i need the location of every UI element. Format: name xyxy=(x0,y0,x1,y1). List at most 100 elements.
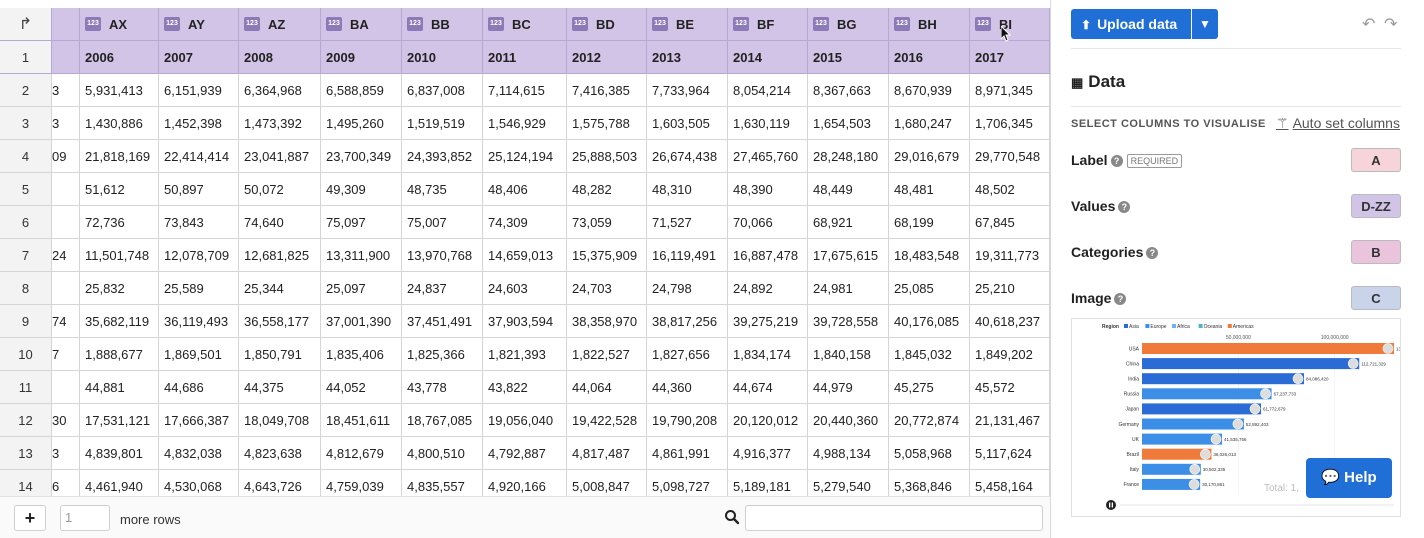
header-cell[interactable]: 2013 xyxy=(647,41,728,74)
table-cell[interactable]: 5,189,181 xyxy=(728,470,808,496)
column-header[interactable]: 123 BG xyxy=(808,8,889,41)
table-cell[interactable]: 4,792,887 xyxy=(483,437,567,470)
table-cell[interactable]: 1,827,656 xyxy=(647,338,728,371)
table-cell[interactable]: 1,630,119 xyxy=(728,107,808,140)
table-cell[interactable]: 09 xyxy=(52,140,80,173)
table-cell[interactable]: 37,001,390 xyxy=(321,305,402,338)
table-cell[interactable]: 44,360 xyxy=(647,371,728,404)
table-cell[interactable] xyxy=(52,41,80,74)
table-cell[interactable]: 17,666,387 xyxy=(159,404,239,437)
table-cell[interactable]: 44,375 xyxy=(239,371,321,404)
table-cell[interactable]: 48,481 xyxy=(889,173,970,206)
table-cell[interactable]: 1,821,393 xyxy=(483,338,567,371)
header-cell[interactable]: 2006 xyxy=(80,41,159,74)
row-number[interactable]: 2 xyxy=(0,74,52,107)
table-cell[interactable]: 75,007 xyxy=(402,206,483,239)
table-cell[interactable]: 22,414,414 xyxy=(159,140,239,173)
table-cell[interactable]: 25,888,503 xyxy=(567,140,647,173)
table-cell[interactable]: 25,832 xyxy=(80,272,159,305)
table-cell[interactable]: 4,861,991 xyxy=(647,437,728,470)
table-cell[interactable]: 44,979 xyxy=(808,371,889,404)
column-header[interactable]: 123 BF xyxy=(728,8,808,41)
row-number[interactable]: 6 xyxy=(0,206,52,239)
table-cell[interactable]: 5,931,413 xyxy=(80,74,159,107)
header-cell[interactable]: 2008 xyxy=(239,41,321,74)
table-cell[interactable]: 43,778 xyxy=(402,371,483,404)
table-cell[interactable]: 24,892 xyxy=(728,272,808,305)
table-cell[interactable] xyxy=(52,173,80,206)
table-cell[interactable]: 40,618,237 xyxy=(970,305,1050,338)
table-cell[interactable]: 23,700,349 xyxy=(321,140,402,173)
help-icon[interactable]: ? xyxy=(1118,201,1131,213)
table-cell[interactable]: 36,558,177 xyxy=(239,305,321,338)
table-cell[interactable]: 4,812,679 xyxy=(321,437,402,470)
upload-options-dropdown[interactable]: ▼ xyxy=(1192,9,1218,39)
table-cell[interactable]: 44,052 xyxy=(321,371,402,404)
row-number[interactable]: 14 xyxy=(0,470,52,496)
rows-count-input[interactable]: 1 xyxy=(60,505,110,531)
table-cell[interactable]: 50,897 xyxy=(159,173,239,206)
table-cell[interactable]: 1,495,260 xyxy=(321,107,402,140)
table-cell[interactable]: 24,393,852 xyxy=(402,140,483,173)
table-cell[interactable]: 25,124,194 xyxy=(483,140,567,173)
table-cell[interactable]: 18,483,548 xyxy=(889,239,970,272)
table-cell[interactable]: 1,452,398 xyxy=(159,107,239,140)
row-number[interactable]: 3 xyxy=(0,107,52,140)
table-cell[interactable]: 7 xyxy=(52,338,80,371)
table-cell[interactable]: 5,279,540 xyxy=(808,470,889,496)
table-cell[interactable]: 19,056,040 xyxy=(483,404,567,437)
table-cell[interactable]: 8,054,214 xyxy=(728,74,808,107)
table-cell[interactable]: 74,309 xyxy=(483,206,567,239)
table-cell[interactable]: 12,681,825 xyxy=(239,239,321,272)
table-cell[interactable]: 73,059 xyxy=(567,206,647,239)
column-selector[interactable]: D-ZZ xyxy=(1351,194,1401,218)
table-cell[interactable]: 1,849,202 xyxy=(970,338,1050,371)
table-cell[interactable]: 26,674,438 xyxy=(647,140,728,173)
table-cell[interactable]: 48,735 xyxy=(402,173,483,206)
table-cell[interactable]: 1,840,158 xyxy=(808,338,889,371)
column-header[interactable]: 123 BA xyxy=(321,8,402,41)
search-input[interactable] xyxy=(745,505,1043,531)
table-cell[interactable]: 25,589 xyxy=(159,272,239,305)
table-cell[interactable]: 71,527 xyxy=(647,206,728,239)
table-cell[interactable]: 17,531,121 xyxy=(80,404,159,437)
table-cell[interactable]: 40,176,085 xyxy=(889,305,970,338)
table-cell[interactable]: 19,311,773 xyxy=(970,239,1050,272)
table-cell[interactable]: 23,041,887 xyxy=(239,140,321,173)
auto-set-columns-link[interactable]: ⚚ Auto set columns xyxy=(1276,115,1400,132)
table-cell[interactable] xyxy=(52,206,80,239)
table-cell[interactable]: 12,078,709 xyxy=(159,239,239,272)
table-cell[interactable]: 18,451,611 xyxy=(321,404,402,437)
table-cell[interactable]: 20,440,360 xyxy=(808,404,889,437)
table-cell[interactable]: 20,772,874 xyxy=(889,404,970,437)
table-cell[interactable]: 4,800,510 xyxy=(402,437,483,470)
table-cell[interactable] xyxy=(52,272,80,305)
table-cell[interactable]: 27,465,760 xyxy=(728,140,808,173)
table-cell[interactable]: 39,275,219 xyxy=(728,305,808,338)
table-cell[interactable]: 70,066 xyxy=(728,206,808,239)
table-cell[interactable]: 36,119,493 xyxy=(159,305,239,338)
table-cell[interactable]: 1,822,527 xyxy=(567,338,647,371)
help-icon[interactable]: ? xyxy=(1114,293,1127,305)
table-cell[interactable]: 6,151,939 xyxy=(159,74,239,107)
row-number[interactable]: 9 xyxy=(0,305,52,338)
table-cell[interactable]: 50,072 xyxy=(239,173,321,206)
table-cell[interactable]: 1,825,366 xyxy=(402,338,483,371)
table-cell[interactable]: 48,449 xyxy=(808,173,889,206)
table-cell[interactable]: 20,120,012 xyxy=(728,404,808,437)
table-cell[interactable]: 8,670,939 xyxy=(889,74,970,107)
table-cell[interactable]: 4,920,166 xyxy=(483,470,567,496)
table-cell[interactable]: 7,733,964 xyxy=(647,74,728,107)
table-cell[interactable]: 7,416,385 xyxy=(567,74,647,107)
table-cell[interactable]: 1,888,677 xyxy=(80,338,159,371)
table-cell[interactable]: 1,680,247 xyxy=(889,107,970,140)
table-cell[interactable]: 75,097 xyxy=(321,206,402,239)
column-selector[interactable]: C xyxy=(1351,286,1401,310)
row-number[interactable]: 4 xyxy=(0,140,52,173)
table-cell[interactable]: 6,364,968 xyxy=(239,74,321,107)
table-cell[interactable]: 29,016,679 xyxy=(889,140,970,173)
table-cell[interactable]: 24 xyxy=(52,239,80,272)
help-icon[interactable]: ? xyxy=(1146,247,1159,259)
table-cell[interactable]: 48,390 xyxy=(728,173,808,206)
table-cell[interactable]: 5,368,846 xyxy=(889,470,970,496)
